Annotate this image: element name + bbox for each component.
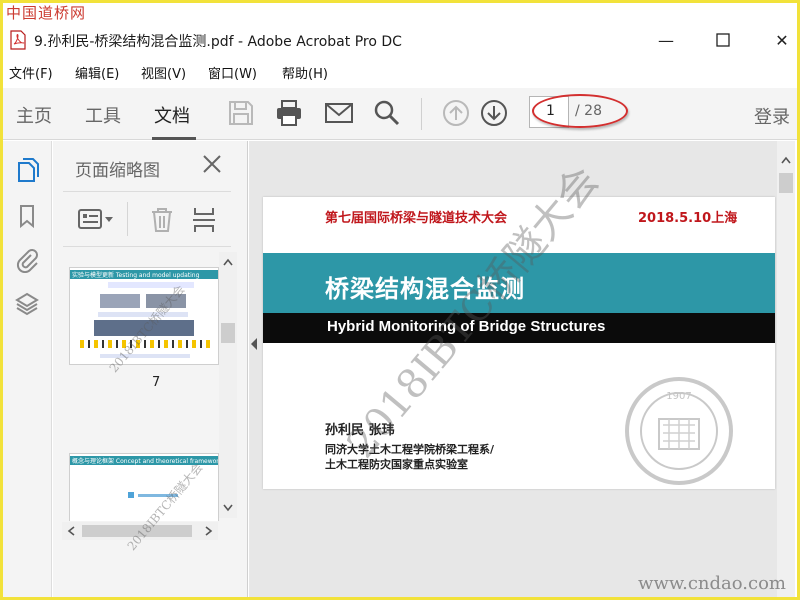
toolbar-divider xyxy=(421,98,422,130)
conference-date: 2018.5.10上海 xyxy=(638,211,738,226)
menu-help[interactable]: 帮助(H) xyxy=(282,63,328,82)
print-icon[interactable] xyxy=(274,98,304,128)
layers-icon[interactable] xyxy=(14,291,40,317)
document-title: 桥梁结构混合监测 xyxy=(325,275,525,303)
delete-page-icon[interactable] xyxy=(149,206,175,234)
tab-document[interactable]: 文档 xyxy=(154,102,190,128)
conference-name: 第七届国际桥梁与隧道技术大会 xyxy=(325,211,508,226)
thumbnail-panel: 页面缩略图 实验与模型更新 Testing and model updating… xyxy=(53,141,248,597)
university-seal-logo: 1907 xyxy=(625,377,733,485)
document-subtitle: Hybrid Monitoring of Bridge Structures xyxy=(327,318,606,335)
thumbnail-horizontal-scrollbar[interactable] xyxy=(62,522,218,540)
thumbnail-header: 概念与理论框架 Concept and theoretical framewor… xyxy=(72,458,219,465)
page-thumbnail-next[interactable]: 概念与理论框架 Concept and theoretical framewor… xyxy=(69,453,219,521)
menu-edit[interactable]: 编辑(E) xyxy=(75,63,119,82)
thumbnail-header: 实验与模型更新 Testing and model updating xyxy=(72,272,200,279)
minimize-button[interactable]: — xyxy=(654,28,678,52)
close-panel-icon[interactable] xyxy=(201,153,223,175)
page-up-icon[interactable] xyxy=(441,98,471,128)
active-tab-indicator xyxy=(152,137,196,140)
url-watermark: www.cndao.com xyxy=(638,573,786,594)
site-watermark: 中国道桥网 xyxy=(6,4,87,22)
panel-title: 页面缩略图 xyxy=(75,161,160,181)
thumbnail-toolbar xyxy=(63,191,231,247)
title-bar: 9.孙利民-桥梁结构混合监测.pdf - Adobe Acrobat Pro D… xyxy=(0,22,800,58)
tab-tools[interactable]: 工具 xyxy=(85,102,121,128)
search-icon[interactable] xyxy=(372,98,402,128)
pdf-file-icon xyxy=(10,30,26,50)
left-icon-bar xyxy=(0,141,52,597)
authors: 孙利民 张玮 xyxy=(325,423,395,438)
thumbnail-page-label: 7 xyxy=(152,375,161,390)
pdf-page[interactable]: 第七届国际桥梁与隧道技术大会 2018.5.10上海 桥梁结构混合监测 Hybr… xyxy=(263,197,775,489)
maximize-icon xyxy=(716,33,730,47)
menu-view[interactable]: 视图(V) xyxy=(141,63,186,82)
thumbnail-options-icon[interactable] xyxy=(77,208,115,230)
save-icon[interactable] xyxy=(226,98,256,128)
affiliation-line-1: 同济大学土木工程学院桥梁工程系/ xyxy=(325,443,495,456)
extract-page-icon[interactable] xyxy=(191,206,217,234)
page-thumbnail-7[interactable]: 实验与模型更新 Testing and model updating xyxy=(69,267,219,365)
window-title: 9.孙利民-桥梁结构混合监测.pdf - Adobe Acrobat Pro D… xyxy=(34,34,402,50)
main-toolbar: 主页 工具 文档 登录 xyxy=(0,88,800,140)
document-vertical-scrollbar[interactable] xyxy=(777,141,795,597)
page-thumbnails-icon[interactable] xyxy=(14,157,40,183)
tab-home[interactable]: 主页 xyxy=(16,102,52,128)
login-button[interactable]: 登录 xyxy=(754,103,790,129)
thumbnail-vertical-scrollbar[interactable] xyxy=(219,252,237,518)
email-icon[interactable] xyxy=(324,98,354,128)
attachment-icon[interactable] xyxy=(14,247,40,273)
tool-divider xyxy=(127,202,128,236)
menu-bar: 文件(F) 编辑(E) 视图(V) 窗口(W) 帮助(H) xyxy=(0,60,800,84)
close-window-button[interactable]: ✕ xyxy=(770,28,794,52)
highlight-annotation xyxy=(532,94,628,128)
bookmark-icon[interactable] xyxy=(14,203,40,229)
maximize-button[interactable] xyxy=(711,28,735,52)
collapse-panel-icon[interactable] xyxy=(249,337,259,351)
menu-window[interactable]: 窗口(W) xyxy=(208,63,257,82)
affiliation-line-2: 土木工程防灾国家重点实验室 xyxy=(325,458,468,471)
menu-file[interactable]: 文件(F) xyxy=(9,63,53,82)
page-down-icon[interactable] xyxy=(479,98,509,128)
svg-text:1907: 1907 xyxy=(666,391,691,402)
